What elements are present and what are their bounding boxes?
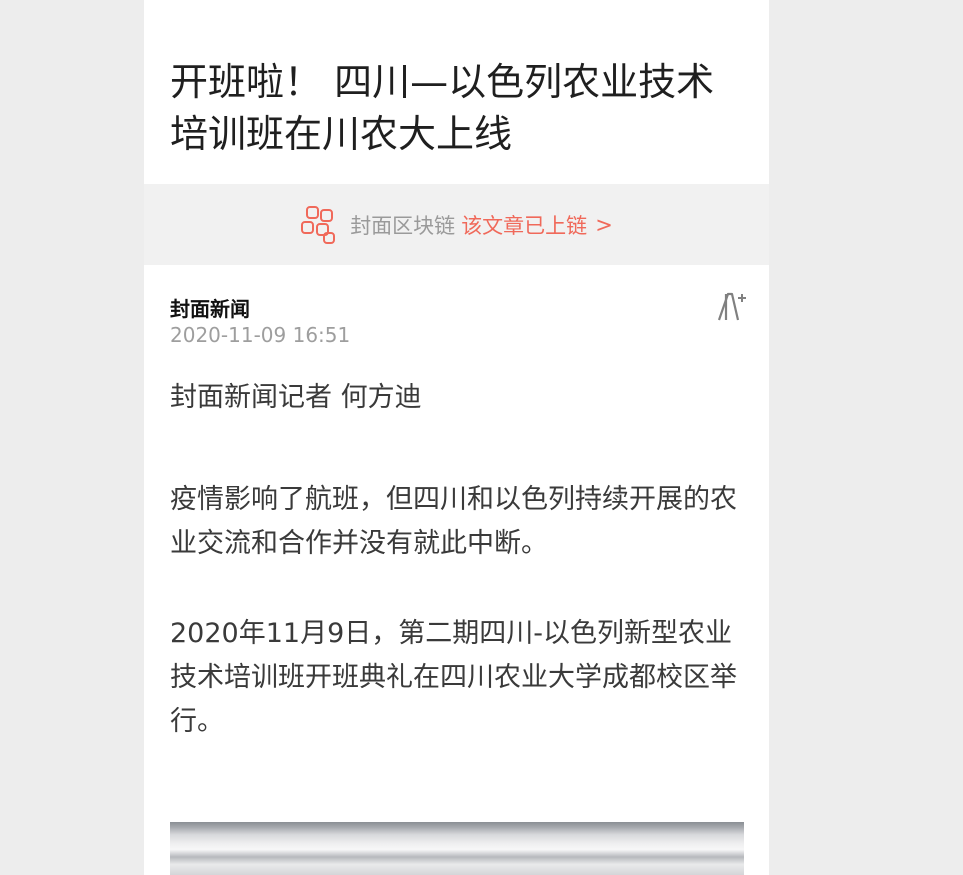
paragraph: 疫情影响了航班，但四川和以色列持续开展的农业交流和合作并没有就此中断。 bbox=[170, 484, 737, 559]
blockchain-bar[interactable]: 封面区块链 该文章已上链 > bbox=[144, 184, 769, 265]
chevron-right-icon: > bbox=[595, 212, 613, 237]
publish-time: 2020-11-09 16:51 bbox=[170, 323, 351, 347]
article-page: 开班啦！ 四川—以色列农业技术培训班在川农大上线 封面区块链 该文章已上链 > … bbox=[144, 0, 769, 875]
blockchain-icon bbox=[301, 205, 336, 244]
article-photo[interactable] bbox=[170, 822, 744, 875]
source-name: 封面新闻 bbox=[170, 297, 250, 321]
blockchain-label: 封面区块链 bbox=[350, 213, 456, 238]
paragraph: 2020年11月9日，第二期四川-以色列新型农业技术培训班开班典礼在四川农业大学… bbox=[170, 618, 737, 737]
article-meta: 封面新闻 2020-11-09 16:51 bbox=[170, 296, 745, 348]
font-size-icon[interactable] bbox=[716, 290, 748, 324]
title-block: 开班啦！ 四川—以色列农业技术培训班在川农大上线 bbox=[144, 0, 769, 184]
reporter-line: 封面新闻记者 何方迪 bbox=[170, 382, 422, 413]
on-chain-link[interactable]: 该文章已上链 bbox=[461, 210, 587, 240]
article-title: 开班啦！ 四川—以色列农业技术培训班在川农大上线 bbox=[170, 60, 715, 156]
